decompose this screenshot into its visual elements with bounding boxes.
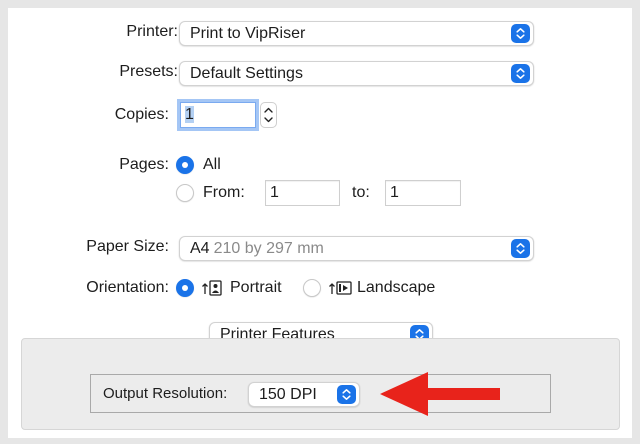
output-resolution-popup[interactable]: 150 DPI xyxy=(248,382,360,407)
chevron-updown-icon xyxy=(511,239,530,258)
presets-value: Default Settings xyxy=(190,65,303,82)
pages-from-value: 1 xyxy=(270,184,279,201)
orientation-landscape-label: Landscape xyxy=(357,279,436,296)
orientation-landscape-radio[interactable] xyxy=(303,279,321,297)
pages-all-radio[interactable] xyxy=(176,156,194,174)
output-resolution-value: 150 DPI xyxy=(259,386,317,403)
pages-from-label: From: xyxy=(203,184,245,201)
presets-label: Presets: xyxy=(119,63,178,80)
printer-label: Printer: xyxy=(126,23,178,40)
pages-all-label: All xyxy=(203,156,221,173)
chevron-updown-icon xyxy=(511,24,530,43)
chevron-updown-icon xyxy=(511,64,530,83)
pages-label: Pages: xyxy=(119,156,169,173)
orientation-label: Orientation: xyxy=(86,279,169,296)
pages-from-field[interactable]: 1 xyxy=(265,180,340,206)
printer-popup[interactable]: Print to VipRiser xyxy=(179,21,534,46)
pages-from-radio[interactable] xyxy=(176,184,194,202)
chevron-updown-icon xyxy=(337,385,356,404)
copies-label: Copies: xyxy=(114,106,169,123)
portrait-orientation-icon xyxy=(202,280,222,296)
presets-popup[interactable]: Default Settings xyxy=(179,61,534,86)
orientation-portrait-label: Portrait xyxy=(230,279,282,296)
stepper-arrows-icon xyxy=(264,107,273,123)
paper-size-detail: 210 by 297 mm xyxy=(213,240,324,257)
red-arrow-annotation xyxy=(380,372,500,416)
copies-value: 1 xyxy=(185,106,194,123)
copies-field[interactable]: 1 xyxy=(180,102,256,128)
pages-to-field[interactable]: 1 xyxy=(385,180,461,206)
pages-to-value: 1 xyxy=(390,184,399,201)
copies-stepper[interactable] xyxy=(260,102,277,128)
paper-size-popup[interactable]: A4 210 by 297 mm xyxy=(179,236,534,261)
output-resolution-label: Output Resolution: xyxy=(103,385,228,402)
paper-size-label: Paper Size: xyxy=(86,238,169,255)
orientation-portrait-radio[interactable] xyxy=(176,279,194,297)
printer-value: Print to VipRiser xyxy=(190,25,306,42)
landscape-orientation-icon xyxy=(329,281,352,295)
paper-size-value: A4 xyxy=(190,240,210,257)
pages-to-label: to: xyxy=(352,184,370,201)
